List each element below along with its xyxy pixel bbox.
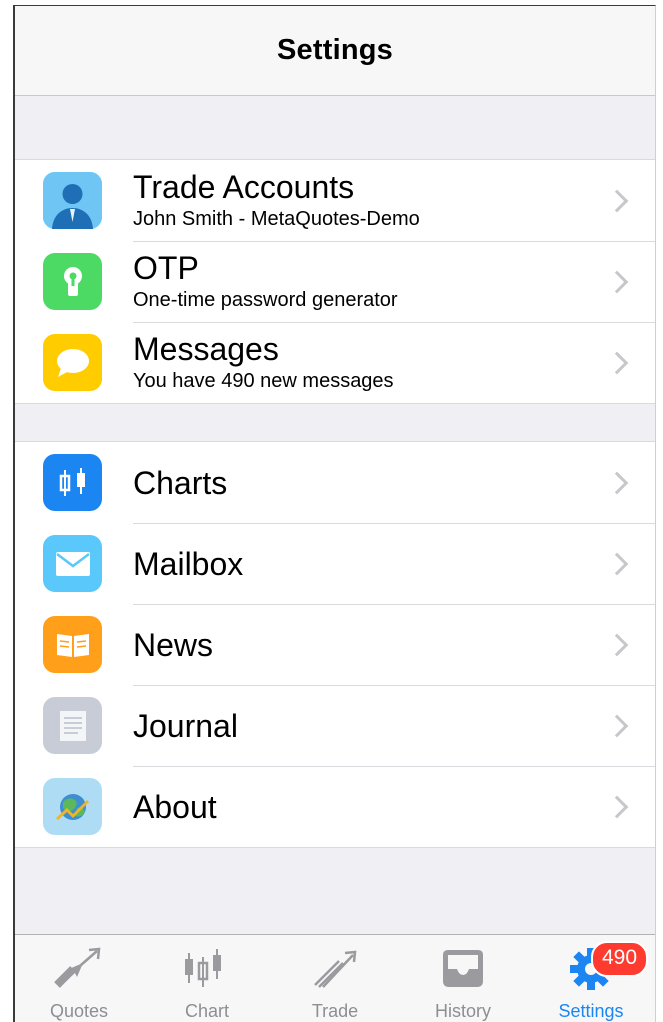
navigation-bar: Settings (15, 6, 655, 96)
inbox-icon (435, 945, 491, 991)
trade-accounts-row[interactable]: Trade Accounts John Smith - MetaQuotes-D… (15, 160, 655, 241)
tab-quotes-label: Quotes (49, 1001, 109, 1021)
journal-title: Journal (133, 707, 238, 744)
tab-history[interactable]: History (399, 935, 527, 1022)
news-title: News (133, 626, 214, 663)
speech-bubble-icon (43, 334, 102, 391)
chevron-right-icon (605, 270, 629, 293)
messages-row[interactable]: Messages You have 490 new messages (15, 322, 655, 403)
charts-row[interactable]: Charts (15, 442, 655, 523)
trade-accounts-title: Trade Accounts (133, 168, 355, 205)
tab-chart-label: Chart (184, 1001, 229, 1021)
user-icon (43, 172, 102, 229)
tab-chart[interactable]: Chart (143, 935, 271, 1022)
messages-title: Messages (133, 330, 279, 367)
chevron-right-icon (605, 189, 629, 212)
about-title: About (133, 788, 217, 825)
document-icon (43, 697, 102, 754)
tab-history-label: History (434, 1001, 491, 1021)
trend-icon (307, 945, 363, 991)
otp-row[interactable]: OTP One-time password generator (15, 241, 655, 322)
mailbox-row[interactable]: Mailbox (15, 523, 655, 604)
chevron-right-icon (605, 552, 629, 575)
trade-accounts-subtitle: John Smith - MetaQuotes-Demo (133, 207, 420, 230)
about-row[interactable]: About (15, 766, 655, 847)
chevron-right-icon (605, 714, 629, 737)
envelope-icon (43, 535, 102, 592)
mailbox-title: Mailbox (133, 545, 244, 582)
otp-title: OTP (133, 249, 199, 286)
chevron-right-icon (605, 351, 629, 374)
metatrader-icon (43, 778, 102, 835)
notification-badge: 490 (591, 941, 649, 977)
chevron-right-icon (605, 633, 629, 656)
candlestick-icon (179, 945, 235, 991)
tab-trade-label: Trade (311, 1001, 359, 1021)
keyhole-icon (43, 253, 102, 310)
tools-group: Charts Mailbox News Journal About (15, 441, 655, 848)
arrows-icon (51, 945, 107, 991)
otp-subtitle: One-time password generator (133, 288, 398, 311)
settings-screen: Settings Trade Accounts John Smith - Met… (13, 5, 656, 1022)
account-group: Trade Accounts John Smith - MetaQuotes-D… (15, 159, 655, 404)
news-row[interactable]: News (15, 604, 655, 685)
journal-row[interactable]: Journal (15, 685, 655, 766)
charts-title: Charts (133, 464, 228, 501)
tab-settings[interactable]: Settings 490 (527, 935, 655, 1022)
page-title: Settings (277, 34, 393, 66)
tab-quotes[interactable]: Quotes (15, 935, 143, 1022)
book-icon (43, 616, 102, 673)
tab-trade[interactable]: Trade (271, 935, 399, 1022)
candlestick-icon (43, 454, 102, 511)
tab-settings-label: Settings (558, 1001, 624, 1021)
chevron-right-icon (605, 471, 629, 494)
tab-bar: Quotes Chart Trade History Settings 490 (15, 934, 655, 1022)
messages-subtitle: You have 490 new messages (133, 369, 394, 392)
chevron-right-icon (605, 795, 629, 818)
